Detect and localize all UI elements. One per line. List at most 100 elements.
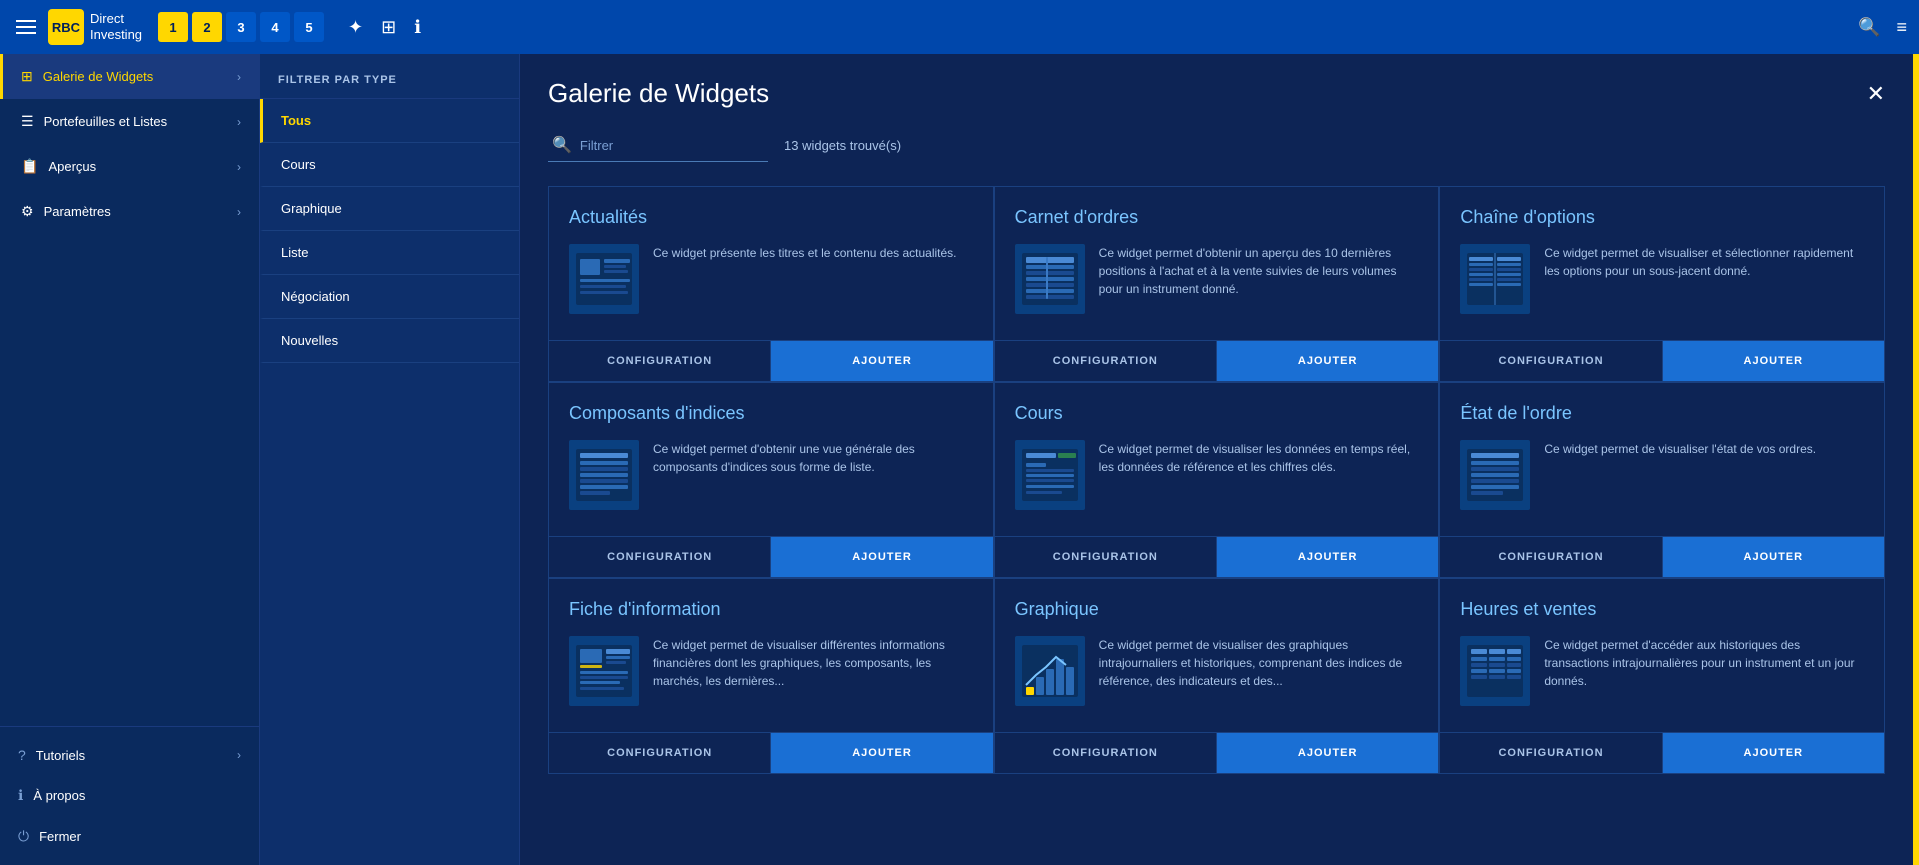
widget-card-heures: Heures et ventes [1439,578,1885,774]
fermer-label: Fermer [39,829,81,844]
widget-actions-carnet: CONFIGURATION AJOUTER [995,340,1439,381]
add-btn-cours[interactable]: AJOUTER [1217,537,1438,577]
network-icon[interactable]: ✦ [348,17,363,38]
widget-desc-etat: Ce widget permet de visualiser l'état de… [1544,440,1864,458]
galerie-chevron: › [237,70,241,84]
portefeuilles-label: Portefeuilles et Listes [44,114,168,129]
widget-card-carnet: Carnet d'ordres [994,186,1440,382]
filter-cours[interactable]: Cours [260,143,519,187]
logo-container: RBC Direct Investing [48,9,142,45]
fermer-icon: ⏻ [18,828,29,845]
sidebar-item-portefeuilles[interactable]: ☰ Portefeuilles et Listes › [0,99,259,144]
config-btn-carnet[interactable]: CONFIGURATION [995,341,1217,381]
filter-nouvelles[interactable]: Nouvelles [260,319,519,363]
hamburger-icon[interactable] [12,16,40,38]
sidebar-item-parametres[interactable]: ⚙ Paramètres › [0,189,259,234]
sidebar-tutoriels[interactable]: ? Tutoriels › [0,735,259,775]
galerie-icon: ⊞ [21,68,33,85]
tab-1[interactable]: 1 [158,12,188,42]
portefeuilles-icon: ☰ [21,113,34,130]
add-btn-carnet[interactable]: AJOUTER [1217,341,1438,381]
add-btn-heures[interactable]: AJOUTER [1663,733,1884,773]
sidebar-item-apercus[interactable]: 📋 Aperçus › [0,144,259,189]
widget-thumb-actualites [569,244,639,314]
filter-header: FILTRER PAR TYPE [260,54,519,99]
config-btn-actualites[interactable]: CONFIGURATION [549,341,771,381]
add-btn-chaine[interactable]: AJOUTER [1663,341,1884,381]
add-btn-etat[interactable]: AJOUTER [1663,537,1884,577]
tab-4[interactable]: 4 [260,12,290,42]
search-bar: 🔍 [548,129,768,162]
info-icon[interactable]: ℹ [414,17,421,38]
search-row: 🔍 13 widgets trouvé(s) [548,129,1885,162]
config-btn-etat[interactable]: CONFIGURATION [1440,537,1662,577]
widget-card-fiche: Fiche d'information [548,578,994,774]
parametres-label: Paramètres [44,204,111,219]
filter-liste[interactable]: Liste [260,231,519,275]
config-btn-chaine[interactable]: CONFIGURATION [1440,341,1662,381]
widget-thumb-carnet [1015,244,1085,314]
config-btn-fiche[interactable]: CONFIGURATION [549,733,771,773]
sidebar-item-galerie[interactable]: ⊞ Galerie de Widgets › [0,54,259,99]
filter-tous[interactable]: Tous [260,99,519,143]
widget-thumb-composants [569,440,639,510]
top-bar-left: RBC Direct Investing 1 2 3 4 5 ✦ ⊞ ℹ [12,9,421,45]
add-btn-fiche[interactable]: AJOUTER [771,733,992,773]
widget-actions-etat: CONFIGURATION AJOUTER [1440,536,1884,577]
add-btn-actualites[interactable]: AJOUTER [771,341,992,381]
sidebar-fermer[interactable]: ⏻ Fermer [0,816,259,857]
portefeuilles-chevron: › [237,115,241,129]
widget-body-actualites: Ce widget présente les titres et le cont… [569,244,973,324]
widget-body-graphique: Ce widget permet de visualiser des graph… [1015,636,1419,716]
close-button[interactable]: ✕ [1867,81,1885,107]
config-btn-heures[interactable]: CONFIGURATION [1440,733,1662,773]
sidebar-apropos[interactable]: ℹ À propos [0,775,259,816]
widget-title-cours: Cours [1015,403,1419,424]
parametres-chevron: › [237,205,241,219]
filter-graphique[interactable]: Graphique [260,187,519,231]
search-icon-top[interactable]: 🔍 [1858,17,1880,38]
widget-actions-composants: CONFIGURATION AJOUTER [549,536,993,577]
widget-title-graphique: Graphique [1015,599,1419,620]
widget-thumb-fiche [569,636,639,706]
config-btn-cours[interactable]: CONFIGURATION [995,537,1217,577]
add-btn-graphique[interactable]: AJOUTER [1217,733,1438,773]
top-menu-icon[interactable]: ≡ [1896,17,1907,38]
widget-body-etat: Ce widget permet de visualiser l'état de… [1460,440,1864,520]
widget-thumb-etat [1460,440,1530,510]
tab-2[interactable]: 2 [192,12,222,42]
apropos-icon: ℹ [18,787,23,804]
widget-desc-graphique: Ce widget permet de visualiser des graph… [1099,636,1419,690]
widget-card-chaine: Chaîne d'options [1439,186,1885,382]
widget-actions-chaine: CONFIGURATION AJOUTER [1440,340,1884,381]
filter-negociation[interactable]: Négociation [260,275,519,319]
apercus-chevron: › [237,160,241,174]
config-btn-graphique[interactable]: CONFIGURATION [995,733,1217,773]
apropos-label: À propos [33,788,85,803]
content-area: Galerie de Widgets ✕ 🔍 13 widgets trouvé… [520,54,1913,865]
tutoriels-chevron: › [237,748,241,762]
tab-buttons: 1 2 3 4 5 [158,12,324,42]
widget-actions-heures: CONFIGURATION AJOUTER [1440,732,1884,773]
widget-title-carnet: Carnet d'ordres [1015,207,1419,228]
search-input[interactable] [580,138,760,153]
widget-grid: Actualités Ce [548,186,1885,774]
filter-panel: FILTRER PAR TYPE Tous Cours Graphique Li… [260,54,520,865]
add-btn-composants[interactable]: AJOUTER [771,537,992,577]
tab-5[interactable]: 5 [294,12,324,42]
widget-desc-chaine: Ce widget permet de visualiser et sélect… [1544,244,1864,280]
widget-actions-graphique: CONFIGURATION AJOUTER [995,732,1439,773]
top-bar-icons: ✦ ⊞ ℹ [348,17,421,38]
widget-desc-actualites: Ce widget présente les titres et le cont… [653,244,973,262]
tab-3[interactable]: 3 [226,12,256,42]
galerie-label: Galerie de Widgets [43,69,154,84]
widget-title-heures: Heures et ventes [1460,599,1864,620]
left-sidebar: ⊞ Galerie de Widgets › ☰ Portefeuilles e… [0,54,260,865]
widget-title-etat: État de l'ordre [1460,403,1864,424]
content-header: Galerie de Widgets ✕ [548,78,1885,109]
layout-icon[interactable]: ⊞ [381,17,396,38]
widget-desc-heures: Ce widget permet d'accéder aux historiqu… [1544,636,1864,690]
widget-actions-fiche: CONFIGURATION AJOUTER [549,732,993,773]
config-btn-composants[interactable]: CONFIGURATION [549,537,771,577]
parametres-icon: ⚙ [21,203,34,220]
